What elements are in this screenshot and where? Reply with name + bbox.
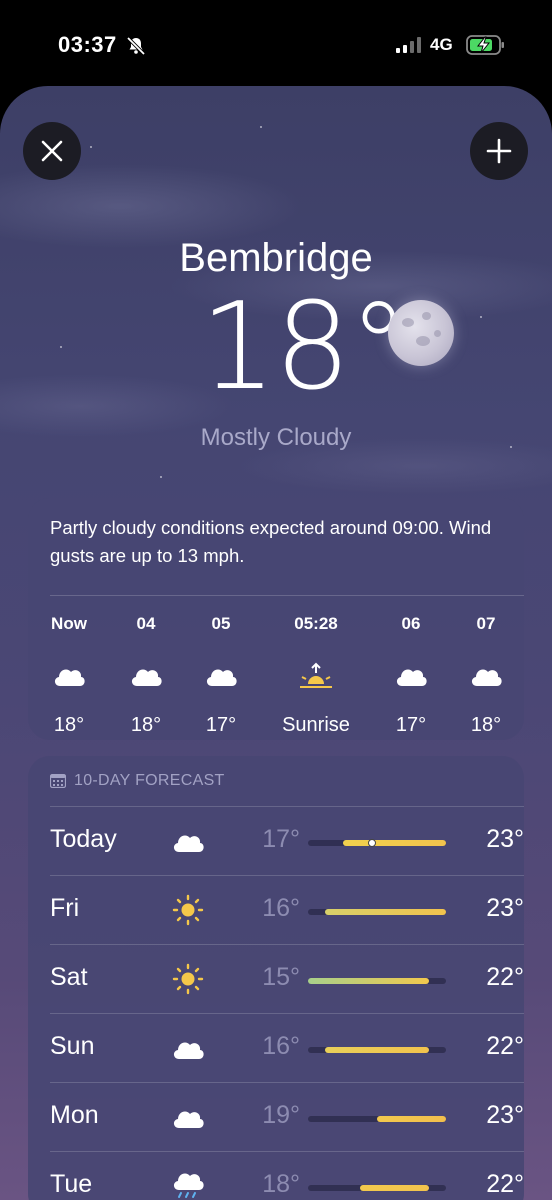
temperature-range-fill	[308, 978, 429, 984]
cloud-icon	[54, 669, 85, 686]
sunrise-icon	[300, 662, 332, 688]
hour-time: 07	[476, 614, 496, 633]
forecast-day: Mon	[50, 1101, 99, 1129]
forecast-day: Sun	[50, 1032, 95, 1060]
cloud-icon	[173, 1042, 204, 1059]
current-temperature-dot	[367, 839, 376, 847]
hour-temperature: 18°	[470, 714, 502, 736]
hour-item: 05:28 Sunrise	[271, 602, 361, 736]
hour-item: 07 18°	[441, 602, 531, 736]
forecast-day: Today	[50, 825, 117, 853]
plus-icon	[486, 138, 512, 164]
weather-sheet: Bembridge 18° Mostly Cloudy Partly cloud…	[0, 86, 552, 1200]
ten-day-forecast-card[interactable]: 10-DAY FORECAST Today 17° 23° Fri 16° 23…	[28, 756, 524, 1200]
status-bar: 03:37 4G	[0, 0, 552, 90]
temperature-range-fill	[377, 1116, 446, 1122]
temperature-range-bar	[308, 1047, 446, 1053]
forecast-row[interactable]: Fri 16° 23°	[50, 875, 524, 944]
cloud-icon	[206, 669, 237, 686]
temperature-range-bar	[308, 978, 446, 984]
calendar-icon	[50, 774, 66, 788]
forecast-row[interactable]: Sun 16° 22°	[50, 1013, 524, 1082]
hourly-forecast-card[interactable]: Partly cloudy conditions expected around…	[28, 498, 524, 740]
temperature-range-bar	[308, 1116, 446, 1122]
temperature-range-bar	[308, 839, 446, 847]
hour-item: 05 17°	[176, 602, 266, 736]
temperature-range-bar	[308, 1185, 446, 1191]
add-button[interactable]	[470, 122, 528, 180]
forecast-summary: Partly cloudy conditions expected around…	[50, 517, 492, 566]
temperature-range-bar	[308, 909, 446, 915]
forecast-low: 17°	[262, 825, 300, 853]
forecast-low: 15°	[262, 963, 300, 991]
forecast-row[interactable]: Today 17° 23°	[50, 806, 524, 875]
signal-strength-icon	[396, 37, 421, 53]
status-time: 03:37	[58, 32, 117, 57]
forecast-day: Fri	[50, 894, 80, 922]
network-type: 4G	[430, 35, 453, 54]
hour-temperature: Sunrise	[282, 714, 350, 736]
forecast-row[interactable]: Sat 15° 22°	[50, 944, 524, 1013]
forecast-low: 19°	[262, 1101, 300, 1129]
temperature-range-fill	[325, 1047, 429, 1053]
forecast-row[interactable]: Tue 18° 22°	[50, 1151, 524, 1200]
forecast-high: 22°	[486, 1170, 524, 1198]
cloud-icon	[396, 669, 427, 686]
forecast-high: 23°	[486, 1101, 524, 1129]
cloud-icon	[471, 669, 502, 686]
cloud-icon	[131, 669, 162, 686]
silent-bell-icon	[126, 36, 146, 56]
forecast-high: 23°	[486, 825, 524, 853]
city-name: Bembridge	[179, 236, 373, 280]
temperature-range-fill	[342, 840, 446, 846]
forecast-high: 22°	[486, 1032, 524, 1060]
forecast-high: 23°	[486, 894, 524, 922]
forecast-header: 10-DAY FORECAST	[50, 772, 225, 790]
forecast-low: 16°	[262, 894, 300, 922]
sun-icon	[172, 963, 204, 995]
forecast-row[interactable]: Mon 19° 23°	[50, 1082, 524, 1151]
divider	[50, 595, 524, 596]
hour-time: 05:28	[294, 614, 338, 633]
temperature-range-fill	[359, 1185, 429, 1191]
rain-cloud-icon	[173, 1173, 204, 1198]
close-icon	[41, 140, 63, 162]
forecast-header-label: 10-DAY FORECAST	[74, 772, 225, 789]
forecast-low: 18°	[262, 1170, 300, 1198]
cloud-icon	[173, 835, 204, 852]
forecast-high: 22°	[486, 963, 524, 991]
battery-charging-icon	[466, 35, 504, 55]
weather-condition: Mostly Cloudy	[200, 424, 352, 451]
current-temperature: 18°	[200, 278, 409, 417]
cloud-icon	[173, 1111, 204, 1128]
forecast-low: 16°	[262, 1032, 300, 1060]
hour-time: 05	[211, 614, 231, 633]
forecast-day: Tue	[50, 1170, 93, 1198]
sun-icon	[172, 894, 204, 926]
temperature-range-fill	[325, 909, 446, 915]
forecast-day: Sat	[50, 963, 88, 991]
hour-temperature: 17°	[205, 714, 237, 736]
moon-icon	[388, 300, 454, 366]
close-button[interactable]	[23, 122, 81, 180]
